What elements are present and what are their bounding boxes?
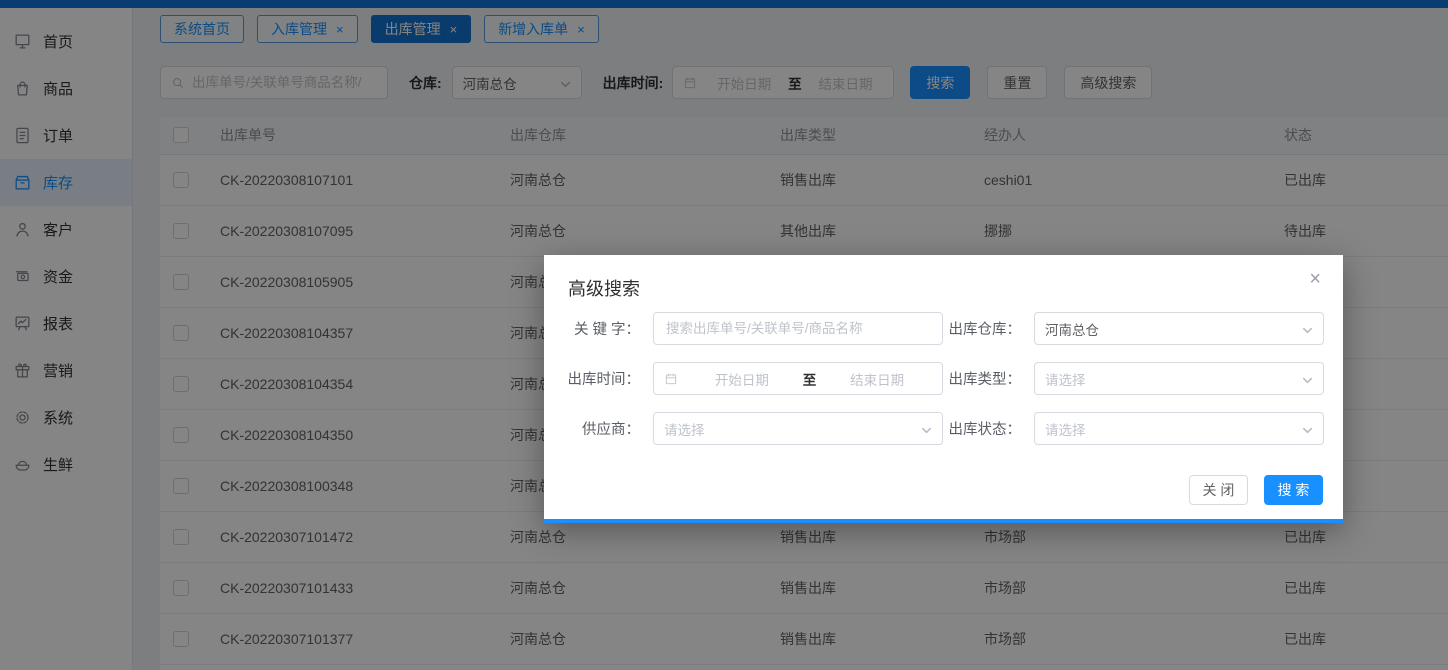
chevron-down-icon <box>921 423 932 434</box>
end-date-placeholder[interactable]: 结束日期 <box>822 369 932 389</box>
outbound-warehouse-value: 河南总仓 <box>1045 319 1099 339</box>
dialog-search-button[interactable]: 搜 索 <box>1264 475 1323 505</box>
close-icon[interactable]: × <box>1309 269 1321 289</box>
date-separator: 至 <box>797 369 823 389</box>
outbound-warehouse-label: 出库仓库： <box>943 318 1034 339</box>
outbound-type-select[interactable]: 请选择 <box>1034 362 1324 395</box>
outbound-status-select[interactable]: 请选择 <box>1034 412 1324 445</box>
outbound-time-range-picker[interactable]: 开始日期 至 结束日期 <box>653 362 943 395</box>
chevron-down-icon <box>1302 373 1313 384</box>
outbound-type-placeholder: 请选择 <box>1045 369 1086 389</box>
outbound-type-label: 出库类型： <box>943 368 1034 389</box>
advanced-search-form: 关 键 字： 出库仓库： 河南总仓 出库时间： 开始日期 至 结束日期 出库类型… <box>544 312 1343 462</box>
calendar-icon <box>664 372 678 386</box>
outbound-warehouse-select[interactable]: 河南总仓 <box>1034 312 1324 345</box>
supplier-select[interactable]: 请选择 <box>653 412 943 445</box>
chevron-down-icon <box>1302 323 1313 334</box>
dialog-close-button[interactable]: 关 闭 <box>1189 475 1248 505</box>
start-date-placeholder[interactable]: 开始日期 <box>687 369 797 389</box>
chevron-down-icon <box>1302 423 1313 434</box>
outbound-time-label: 出库时间： <box>544 368 653 389</box>
supplier-label: 供应商： <box>544 418 653 439</box>
keyword-input[interactable] <box>653 312 943 345</box>
outbound-status-label: 出库状态： <box>943 418 1034 439</box>
dialog-title: 高级搜索 <box>568 275 640 301</box>
keyword-label: 关 键 字： <box>544 318 653 339</box>
advanced-search-dialog: 高级搜索 × 关 键 字： 出库仓库： 河南总仓 出库时间： 开始日期 至 结束… <box>544 255 1343 523</box>
outbound-status-placeholder: 请选择 <box>1045 419 1086 439</box>
dialog-footer: 关 闭 搜 索 <box>1189 475 1323 505</box>
supplier-placeholder: 请选择 <box>664 419 705 439</box>
